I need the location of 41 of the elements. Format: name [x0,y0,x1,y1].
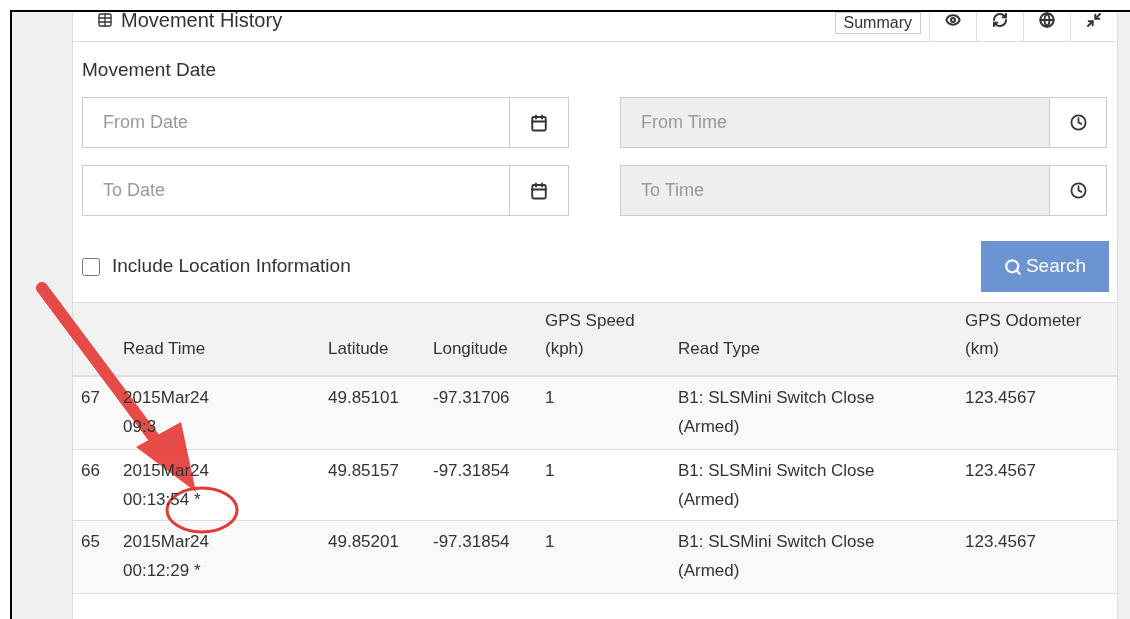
column-header: GPS Speed (kph) [545,310,636,360]
table-cell-text: B1: SLSMini Switch Close (Armed) [678,387,876,438]
date-field[interactable]: From Date [82,97,569,148]
calendar-icon[interactable] [530,113,548,132]
table-cell-text: B1: SLSMini Switch Close (Armed) [678,460,876,511]
column-header: Longitude [433,338,508,360]
checkbox[interactable] [82,257,100,276]
table-cell-text: -97.31706 [433,387,510,409]
eye-icon[interactable] [945,12,961,28]
table-cell-text: 49.85101 [328,387,399,409]
date-field[interactable]: To Date [82,165,569,216]
column-header: Read Time [123,338,206,360]
table-cell-text: 49.85201 [328,531,399,553]
refresh-icon[interactable] [992,12,1008,28]
summary-button[interactable]: Summary [834,12,921,34]
row-number: 66 [81,460,101,482]
row-number: 65 [81,531,101,553]
table-cell-text: 1 [545,387,555,409]
search-icon [1003,257,1022,276]
table-cell-text: -97.31854 [433,460,510,482]
section-label: Movement Date [82,58,217,82]
table-cell-text: 1 [545,531,555,553]
column-header: Latitude [328,338,389,360]
row-number: 67 [81,387,101,409]
table-cell-text: 123.4567 [965,531,1036,553]
table-cell-text: 2015Mar24 00:12:29 * [123,531,210,582]
table-cell-text: B1: SLSMini Switch Close (Armed) [678,531,876,582]
table-cell-text: 123.4567 [965,387,1036,409]
table-cell-text: 123.4567 [965,460,1036,482]
clock-icon[interactable] [1069,182,1087,199]
calendar-icon[interactable] [530,181,548,200]
table-cell-text: 1 [545,460,555,482]
table-cell-text: -97.31854 [433,531,510,553]
column-header: Read Type [678,338,760,360]
clock-icon[interactable] [1069,114,1087,131]
checkbox-label: Include Location Information [112,254,351,279]
column-header: GPS Odometer (km) [965,310,1083,360]
table-icon [97,12,113,28]
table-cell-text: 49.85157 [328,460,399,482]
globe-icon[interactable] [1039,12,1055,28]
collapse-icon[interactable] [1086,12,1102,28]
